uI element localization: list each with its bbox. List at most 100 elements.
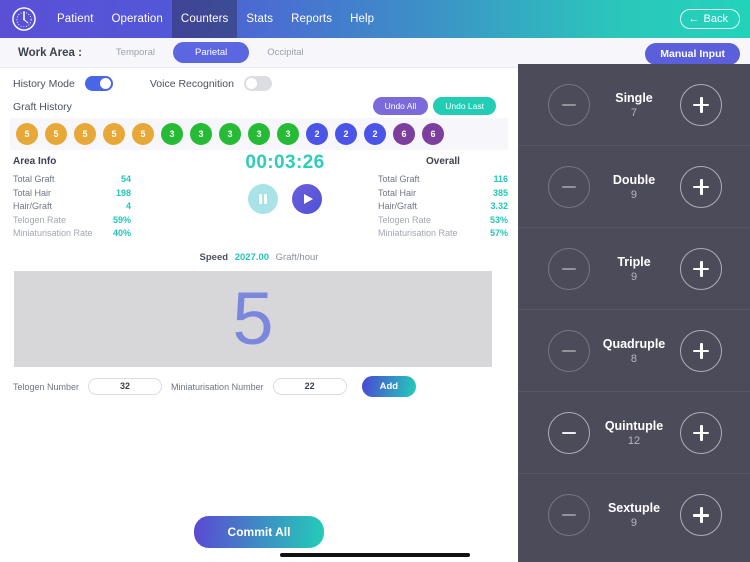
counter-name: Quadruple (602, 336, 666, 351)
nav-item-reports[interactable]: Reports (282, 0, 341, 38)
undo-last-button[interactable]: Undo Last (433, 97, 496, 115)
decrement-button-single[interactable] (548, 83, 590, 126)
decrement-button-double[interactable] (548, 165, 590, 208)
stat-line: Total Graft 116 (378, 174, 508, 184)
work-area-tab-temporal[interactable]: Temporal (102, 42, 169, 63)
counter-text: Sextuple 9 (608, 501, 660, 529)
increment-button-double[interactable] (680, 165, 722, 208)
graft-history-chip[interactable]: 2 (306, 123, 328, 145)
stat-line: Total Hair 385 (378, 188, 508, 198)
telogen-number-input[interactable]: 32 (88, 378, 163, 395)
undo-all-button[interactable]: Undo All (372, 97, 429, 115)
play-button[interactable] (292, 184, 322, 214)
counter-value: 7 (630, 106, 638, 119)
minus-icon (562, 349, 576, 352)
left-pane: History Mode Voice Recognition Graft Hist… (0, 68, 518, 562)
nav-item-operation[interactable]: Operation (103, 0, 172, 38)
stat-line: Hair/Graft 3.32 (378, 201, 508, 211)
counter-name: Sextuple (607, 501, 661, 515)
timer-value: 00:03:26 (245, 152, 325, 173)
manual-input-button[interactable]: Manual Input (645, 43, 740, 65)
back-arrow-icon: ← (688, 12, 700, 25)
toggles-row: History Mode Voice Recognition (0, 68, 518, 91)
overall-panel: Overall Total Graft 116 Total Hair 385 Hair/… (378, 156, 508, 242)
graft-history-chip[interactable]: 6 (422, 123, 444, 145)
work-area-tab-parietal[interactable]: Parietal (173, 42, 250, 63)
graft-history-chip[interactable]: 3 (161, 123, 183, 145)
decrement-button-quadruple[interactable] (548, 329, 590, 372)
stat-value: 4 (125, 201, 131, 211)
increment-button-sextuple[interactable] (680, 494, 722, 536)
graft-history-header: Graft History Undo All Undo Last (0, 91, 518, 115)
toggle-switch-history-mode[interactable] (84, 76, 113, 91)
stat-value: 59% (112, 214, 131, 225)
graft-history-chip[interactable]: 3 (190, 123, 212, 145)
graft-history-chip[interactable]: 5 (103, 123, 125, 145)
minus-icon (562, 103, 576, 106)
graft-history-chip[interactable]: 5 (45, 123, 67, 145)
work-area-tab-occipital[interactable]: Occipital (253, 42, 317, 63)
graft-history-chip[interactable]: 5 (16, 123, 38, 145)
plus-icon (693, 342, 709, 359)
graft-history-chip[interactable]: 2 (335, 123, 357, 145)
nav-items: Patient Operation Counters Stats Reports Help (48, 0, 383, 38)
plus-icon (693, 507, 709, 523)
stats-row: Area Info Total Graft 54 Total Hair 198 Hair… (0, 152, 518, 256)
pause-icon (259, 194, 267, 204)
graft-history-chip[interactable]: 6 (393, 123, 415, 145)
graft-history-strip[interactable]: 555553333322266 (10, 118, 508, 150)
counter-name: Double (612, 172, 656, 187)
timer-panel: 00:03:26 (205, 152, 365, 214)
commit-all-button[interactable]: Commit All (193, 516, 325, 548)
counter-row-triple: Triple 9 (518, 228, 750, 310)
graft-history-chip[interactable]: 3 (219, 123, 241, 145)
increment-button-quadruple[interactable] (680, 329, 722, 372)
counter-value: 9 (630, 517, 638, 529)
stat-value: 57% (489, 228, 508, 238)
counter-text: Single 7 (615, 91, 653, 119)
nav-item-patient[interactable]: Patient (48, 0, 103, 38)
stat-label: Telogen Rate (13, 214, 67, 225)
graft-history-chip[interactable]: 3 (277, 123, 299, 145)
counter-value: 8 (630, 352, 638, 365)
back-button-label: Back (703, 13, 728, 25)
stat-value: 116 (493, 174, 508, 184)
work-area-label: Work Area : (18, 46, 82, 59)
graft-history-chip[interactable]: 3 (248, 123, 270, 145)
toggle-switch-voice-recognition[interactable] (243, 76, 272, 91)
overall-title: Overall (426, 156, 460, 167)
stat-label: Miniaturisation Rate (378, 228, 458, 238)
back-button[interactable]: ← Back (679, 9, 740, 29)
home-indicator (280, 553, 470, 557)
counter-row-quintuple: Quintuple 12 (518, 392, 750, 474)
minus-icon (562, 185, 576, 188)
counter-value: 9 (630, 188, 638, 201)
stat-line: Total Graft 54 (13, 174, 131, 184)
decrement-button-sextuple[interactable] (548, 494, 590, 536)
decrement-button-triple[interactable] (548, 247, 590, 290)
increment-button-single[interactable] (680, 83, 722, 126)
nav-item-stats[interactable]: Stats (237, 0, 282, 38)
stat-line: Total Hair 198 (13, 188, 131, 198)
decrement-button-quintuple[interactable] (548, 411, 590, 454)
stat-line: Telogen Rate 53% (378, 215, 508, 225)
plus-icon (693, 260, 709, 277)
counter-text: Double 9 (613, 173, 655, 201)
minus-icon (562, 431, 576, 434)
increment-button-triple[interactable] (680, 247, 722, 290)
nav-item-counters[interactable]: Counters (171, 0, 238, 38)
app-logo[interactable] (0, 6, 48, 32)
increment-button-quintuple[interactable] (680, 411, 722, 454)
counter-name: Triple (617, 254, 651, 269)
graft-history-chip[interactable]: 2 (364, 123, 386, 145)
big-count-display[interactable]: 5 (14, 271, 492, 367)
stat-value: 385 (492, 187, 508, 198)
graft-history-chip[interactable]: 5 (132, 123, 154, 145)
graft-history-chip[interactable]: 5 (74, 123, 96, 145)
add-button[interactable]: Add (361, 376, 417, 397)
nav-item-help[interactable]: Help (341, 0, 383, 38)
stat-value: 3.32 (490, 201, 508, 211)
miniaturisation-number-input[interactable]: 22 (272, 378, 347, 395)
counter-value: 9 (630, 270, 638, 283)
pause-button[interactable] (248, 184, 278, 214)
